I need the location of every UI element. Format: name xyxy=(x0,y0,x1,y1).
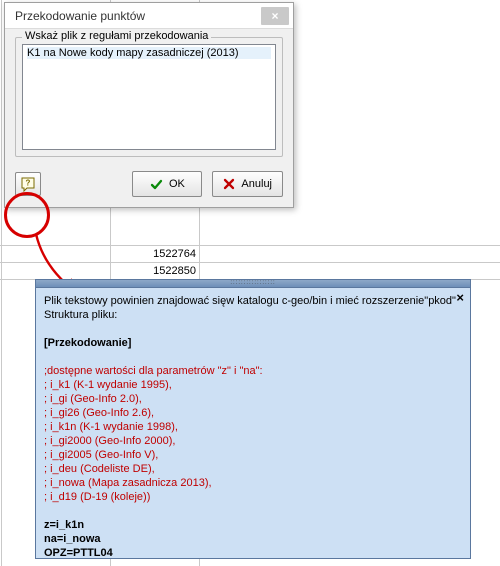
tooltip-grip[interactable]: ::::::::::::::::: xyxy=(35,279,471,287)
titlebar[interactable]: Przekodowanie punktów × xyxy=(5,3,293,29)
tooltip-param-line: ; i_gi2005 (Geo-Info V), xyxy=(44,448,462,462)
tooltip-param-line: ; i_k1 (K-1 wydanie 1995), xyxy=(44,378,462,392)
tooltip-param-line: ; i_gi2000 (Geo-Info 2000), xyxy=(44,434,462,448)
tooltip-param-line: ; i_nowa (Mapa zasadnicza 2013), xyxy=(44,476,462,490)
tooltip-footer: z=i_k1n xyxy=(44,518,462,532)
tooltip-param-line: ; i_gi26 (Geo-Info 2.6), xyxy=(44,406,462,420)
cancel-label: Anuluj xyxy=(241,178,272,190)
tooltip-panel: × Plik tekstowy powinien znajdować sięw … xyxy=(35,287,471,559)
groupbox-label: Wskaż plik z regułami przekodowania xyxy=(22,30,211,42)
ok-button[interactable]: OK xyxy=(132,171,202,197)
grid-cell: 1522850 xyxy=(110,263,200,280)
list-item[interactable]: K1 na Nowe kody mapy zasadniczej (2013) xyxy=(27,47,271,59)
tooltip-line: Struktura pliku: xyxy=(44,308,462,322)
dialog-title: Przekodowanie punktów xyxy=(15,9,261,23)
tooltip-footer: na=i_nowa xyxy=(44,532,462,546)
tooltip-section-title: [Przekodowanie] xyxy=(44,336,462,350)
tooltip-line: Plik tekstowy powinien znajdować sięw ka… xyxy=(44,294,462,308)
ok-label: OK xyxy=(169,178,185,190)
close-icon: × xyxy=(271,9,278,23)
tooltip-close-button[interactable]: × xyxy=(456,291,464,305)
tooltip-param-line: ; i_k1n (K-1 wydanie 1998), xyxy=(44,420,462,434)
red-callout-circle xyxy=(4,192,50,238)
cancel-button[interactable]: Anuluj xyxy=(212,171,283,197)
tooltip-comment: ;dostępne wartości dla parametrów "z" i … xyxy=(44,364,462,378)
recode-dialog: Przekodowanie punktów × Wskaż plik z reg… xyxy=(4,2,294,208)
x-icon xyxy=(223,178,235,190)
rules-groupbox: Wskaż plik z regułami przekodowania K1 n… xyxy=(15,37,283,157)
check-icon xyxy=(150,178,163,191)
tooltip-param-line: ; i_deu (Codeliste DE), xyxy=(44,462,462,476)
close-button[interactable]: × xyxy=(261,7,289,25)
grid-cell: 1522764 xyxy=(110,246,200,263)
tooltip-footer: OPZ=PTTL04 xyxy=(44,546,462,560)
tooltip-param-line: ; i_d19 (D-19 (koleje)) xyxy=(44,490,462,504)
svg-text:?: ? xyxy=(26,179,31,188)
rules-listbox[interactable]: K1 na Nowe kody mapy zasadniczej (2013) xyxy=(22,44,276,150)
help-icon: ? xyxy=(20,176,36,192)
tooltip-param-line: ; i_gi (Geo-Info 2.0), xyxy=(44,392,462,406)
